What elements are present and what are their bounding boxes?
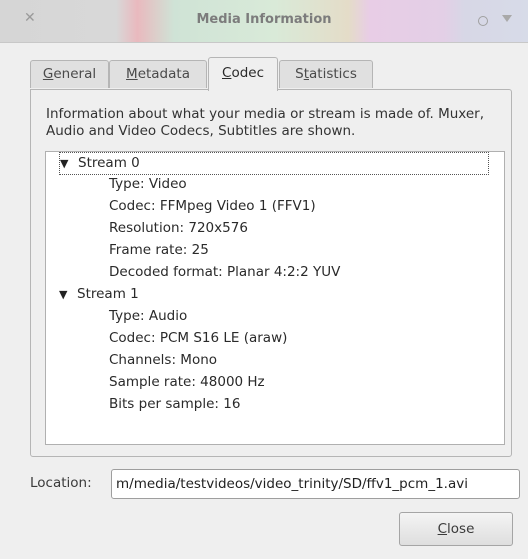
location-label: Location: (30, 475, 92, 491)
expand-arrow-icon[interactable]: ▼ (59, 284, 77, 305)
stream-label: Stream 0 (78, 155, 140, 171)
location-field[interactable]: m/media/testvideos/video_trinity/SD/ffv1… (111, 469, 520, 499)
stream-detail: Bits per sample: 16 (109, 396, 241, 412)
tab-statistics[interactable]: Statistics (279, 60, 373, 88)
stream-detail: Decoded format: Planar 4:2:2 YUV (109, 264, 341, 280)
stream-1-row[interactable]: ▼ Stream 1 (59, 284, 139, 305)
tab-metadata-mnemonic: M (126, 66, 138, 82)
stream-0-row[interactable]: ▼ Stream 0 (59, 152, 489, 175)
tab-statistics-label: atistics (309, 66, 357, 82)
tab-metadata-label: etadata (137, 66, 190, 82)
stream-detail: Resolution: 720x576 (109, 220, 248, 236)
tab-codec-label: odec (231, 65, 264, 81)
window-maximize-icon[interactable] (478, 16, 488, 26)
stream-tree[interactable]: ▼ Stream 0 Type: Video Codec: FFMpeg Vide… (45, 151, 505, 445)
window-title: Media Information (196, 12, 332, 27)
stream-label: Stream 1 (77, 286, 139, 302)
stream-detail: Codec: PCM S16 LE (araw) (109, 330, 288, 346)
stream-detail: Type: Audio (109, 308, 188, 324)
tab-codec[interactable]: Codec (208, 57, 278, 91)
tab-statistics-pre: S (295, 66, 304, 82)
stream-detail: Codec: FFMpeg Video 1 (FFV1) (109, 198, 316, 214)
tab-general-label: eneral (53, 66, 97, 82)
title-bar: ✕ Media Information (0, 0, 528, 43)
stream-detail: Type: Video (109, 176, 187, 192)
tab-general-mnemonic: G (42, 66, 54, 82)
codec-panel: Information about what your media or str… (30, 89, 512, 457)
stream-detail: Channels: Mono (109, 352, 218, 368)
expand-arrow-icon[interactable]: ▼ (60, 153, 78, 174)
close-button-label: lose (447, 521, 475, 537)
stream-detail: Frame rate: 25 (109, 242, 209, 258)
close-button-mnemonic: C (437, 521, 448, 537)
window-menu-icon[interactable] (502, 15, 512, 22)
codec-description: Information about what your media or str… (46, 106, 485, 139)
close-button[interactable]: Close (399, 512, 513, 546)
tab-metadata[interactable]: Metadata (109, 60, 207, 88)
stream-detail: Sample rate: 48000 Hz (109, 374, 265, 390)
tab-general[interactable]: General (30, 60, 109, 88)
